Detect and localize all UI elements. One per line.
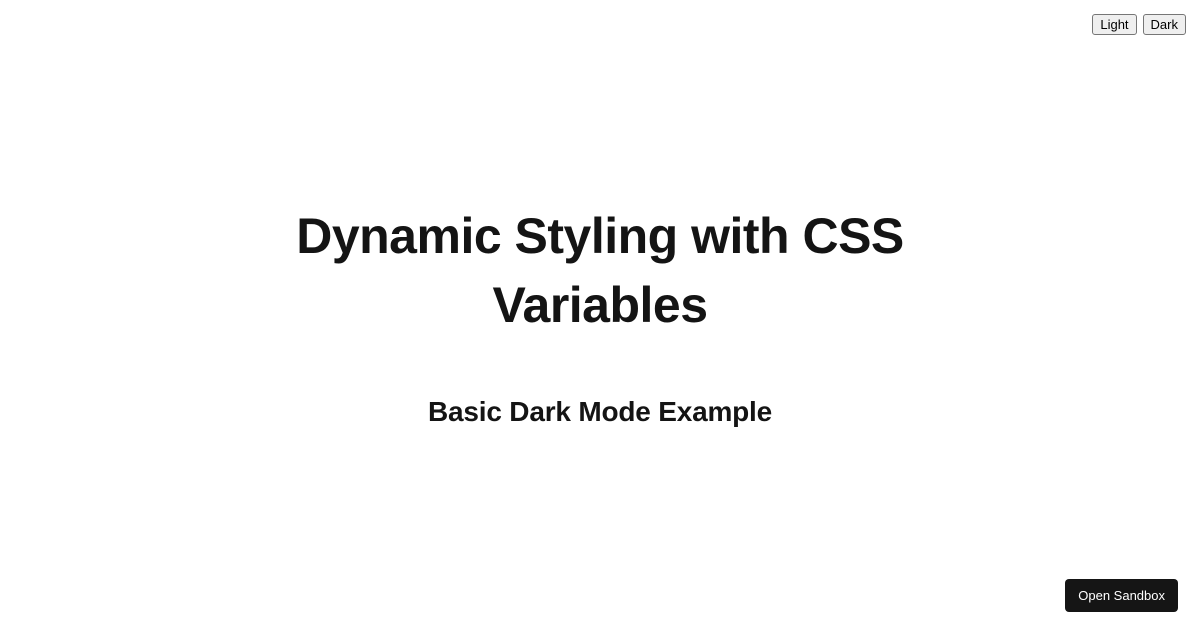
main-content: Dynamic Styling with CSS Variables Basic…: [190, 202, 1010, 428]
open-sandbox-button[interactable]: Open Sandbox: [1065, 579, 1178, 612]
page-subtitle: Basic Dark Mode Example: [190, 396, 1010, 428]
light-theme-button[interactable]: Light: [1092, 14, 1136, 35]
theme-toggle-group: Light Dark: [1092, 14, 1186, 35]
dark-theme-button[interactable]: Dark: [1143, 14, 1186, 35]
page-title: Dynamic Styling with CSS Variables: [190, 202, 1010, 340]
